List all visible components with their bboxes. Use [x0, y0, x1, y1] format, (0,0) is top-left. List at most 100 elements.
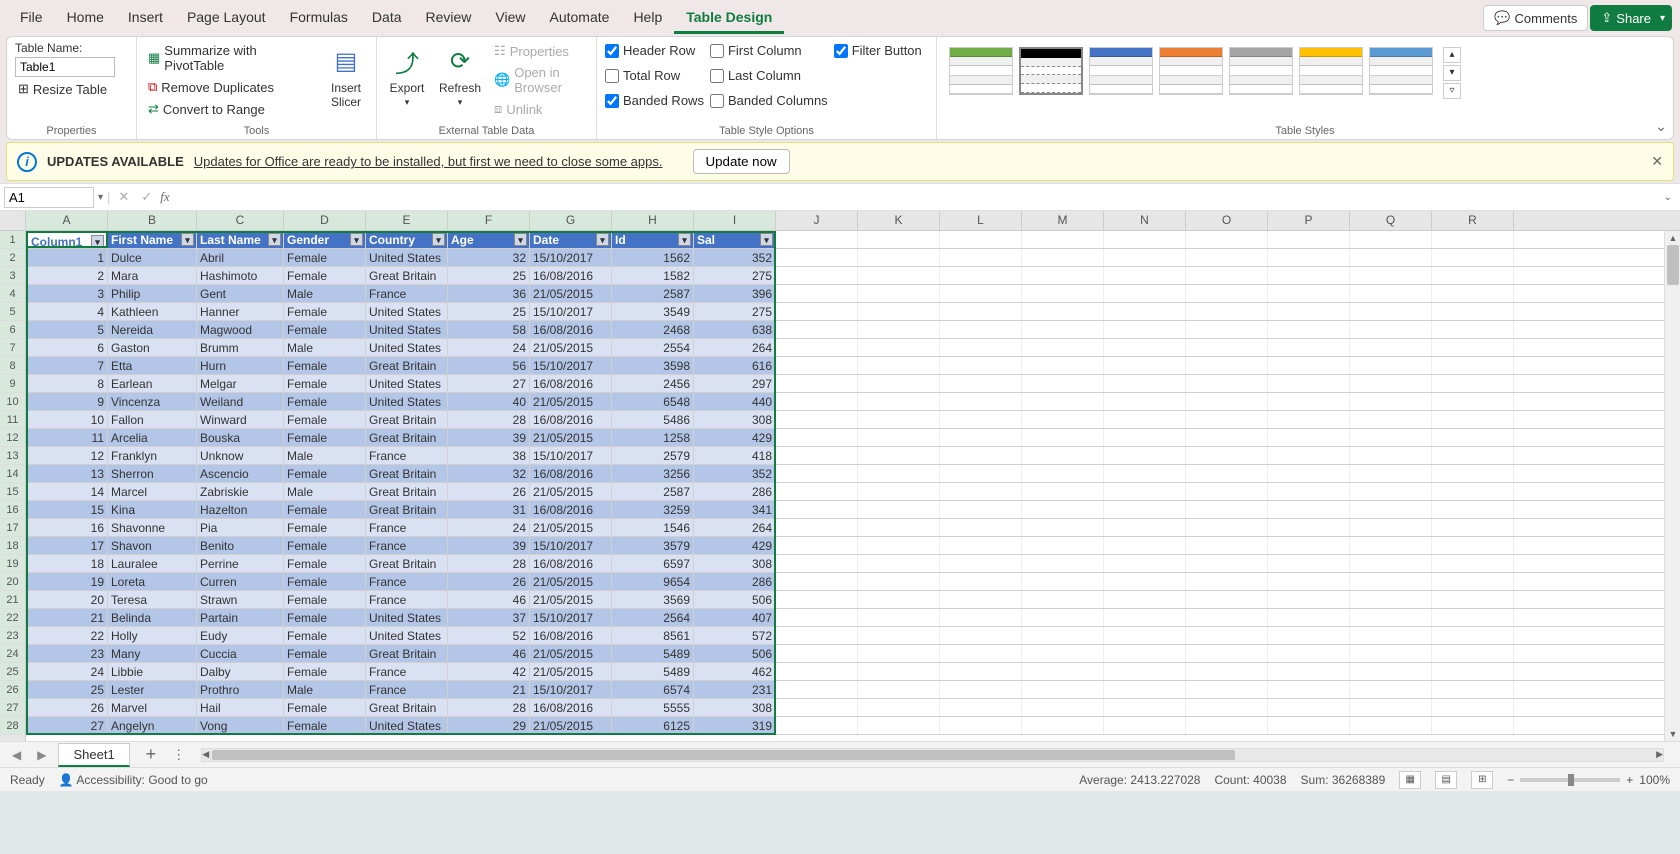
menu-review[interactable]: Review: [414, 3, 484, 34]
table-style-swatch[interactable]: [1299, 47, 1363, 95]
col-header-E[interactable]: E: [366, 211, 448, 230]
menu-data[interactable]: Data: [360, 3, 414, 34]
table-cell[interactable]: 352: [694, 465, 776, 482]
filter-dropdown[interactable]: ▾: [760, 233, 773, 246]
table-cell[interactable]: Female: [284, 537, 366, 554]
table-cell[interactable]: 16/08/2016: [530, 465, 612, 482]
table-cell[interactable]: Libbie: [108, 663, 197, 680]
table-cell[interactable]: 6548: [612, 393, 694, 410]
col-header-C[interactable]: C: [197, 211, 284, 230]
row-header[interactable]: 6: [0, 321, 25, 339]
table-style-swatch[interactable]: [949, 47, 1013, 95]
table-cell[interactable]: United States: [366, 609, 448, 626]
table-cell[interactable]: Great Britain: [366, 501, 448, 518]
table-cell[interactable]: Female: [284, 501, 366, 518]
formula-input[interactable]: [174, 187, 1656, 207]
row-header[interactable]: 3: [0, 267, 25, 285]
col-header-M[interactable]: M: [1022, 211, 1104, 230]
table-cell[interactable]: United States: [366, 627, 448, 644]
table-cell[interactable]: 3: [26, 285, 108, 302]
row-header[interactable]: 15: [0, 483, 25, 501]
table-style-swatch[interactable]: [1369, 47, 1433, 95]
last-column-checkbox[interactable]: Last Column: [710, 66, 828, 85]
table-cell[interactable]: 21/05/2015: [530, 717, 612, 734]
table-cell[interactable]: 319: [694, 717, 776, 734]
menu-insert[interactable]: Insert: [116, 3, 175, 34]
row-header[interactable]: 28: [0, 717, 25, 735]
table-row[interactable]: 27AngelynVongFemaleUnited States2921/05/…: [26, 717, 1680, 735]
table-row[interactable]: 26MarvelHailFemaleGreat Britain2816/08/2…: [26, 699, 1680, 717]
filter-dropdown[interactable]: ▾: [268, 233, 281, 246]
table-header-cell[interactable]: Gender▾: [284, 231, 366, 248]
table-cell[interactable]: Zabriskie: [197, 483, 284, 500]
table-cell[interactable]: Hanner: [197, 303, 284, 320]
table-row[interactable]: 5NereidaMagwoodFemaleUnited States5816/0…: [26, 321, 1680, 339]
table-style-swatch[interactable]: [1089, 47, 1153, 95]
table-cell[interactable]: 7: [26, 357, 108, 374]
updates-text[interactable]: Updates for Office are ready to be insta…: [194, 154, 663, 169]
table-cell[interactable]: 21/05/2015: [530, 573, 612, 590]
table-cell[interactable]: 39: [448, 429, 530, 446]
table-cell[interactable]: 24: [448, 519, 530, 536]
table-cell[interactable]: Female: [284, 591, 366, 608]
table-cell[interactable]: 6574: [612, 681, 694, 698]
table-cell[interactable]: Holly: [108, 627, 197, 644]
table-cell[interactable]: France: [366, 663, 448, 680]
table-row[interactable]: 11ArceliaBouskaFemaleGreat Britain3921/0…: [26, 429, 1680, 447]
table-cell[interactable]: Franklyn: [108, 447, 197, 464]
row-header[interactable]: 10: [0, 393, 25, 411]
table-cell[interactable]: 506: [694, 645, 776, 662]
table-cell[interactable]: 16/08/2016: [530, 375, 612, 392]
table-cell[interactable]: 2587: [612, 483, 694, 500]
table-cell[interactable]: 19: [26, 573, 108, 590]
update-now-button[interactable]: Update now: [693, 149, 790, 174]
table-cell[interactable]: 1582: [612, 267, 694, 284]
table-cell[interactable]: Female: [284, 429, 366, 446]
table-cell[interactable]: Loreta: [108, 573, 197, 590]
table-cell[interactable]: Hazelton: [197, 501, 284, 518]
select-all-corner[interactable]: [0, 211, 26, 230]
table-cell[interactable]: 28: [448, 411, 530, 428]
table-cell[interactable]: 2554: [612, 339, 694, 356]
col-header-O[interactable]: O: [1186, 211, 1268, 230]
table-cell[interactable]: 15/10/2017: [530, 357, 612, 374]
table-cell[interactable]: 38: [448, 447, 530, 464]
filter-dropdown[interactable]: ▾: [181, 233, 194, 246]
table-cell[interactable]: Female: [284, 645, 366, 662]
filter-dropdown[interactable]: ▾: [350, 233, 363, 246]
horizontal-scrollbar[interactable]: ◀ ▶: [201, 748, 1664, 762]
table-row[interactable]: 17ShavonBenitoFemaleFrance3915/10/201735…: [26, 537, 1680, 555]
table-cell[interactable]: Partain: [197, 609, 284, 626]
table-cell[interactable]: Great Britain: [366, 429, 448, 446]
table-row[interactable]: 4KathleenHannerFemaleUnited States2515/1…: [26, 303, 1680, 321]
col-header-A[interactable]: A: [26, 211, 108, 230]
table-cell[interactable]: Female: [284, 519, 366, 536]
table-cell[interactable]: 29: [448, 717, 530, 734]
zoom-level[interactable]: 100%: [1639, 773, 1670, 787]
table-cell[interactable]: 16/08/2016: [530, 699, 612, 716]
table-cell[interactable]: United States: [366, 321, 448, 338]
table-cell[interactable]: France: [366, 519, 448, 536]
table-cell[interactable]: 13: [26, 465, 108, 482]
table-cell[interactable]: Teresa: [108, 591, 197, 608]
table-cell[interactable]: Dulce: [108, 249, 197, 266]
table-cell[interactable]: 28: [448, 699, 530, 716]
table-cell[interactable]: 462: [694, 663, 776, 680]
insert-slicer-button[interactable]: ▤Insert Slicer: [324, 41, 368, 111]
table-cell[interactable]: 8561: [612, 627, 694, 644]
table-cell[interactable]: 46: [448, 591, 530, 608]
table-cell[interactable]: 2: [26, 267, 108, 284]
table-cell[interactable]: 506: [694, 591, 776, 608]
table-cell[interactable]: 27: [26, 717, 108, 734]
table-cell[interactable]: Nereida: [108, 321, 197, 338]
table-row[interactable]: 3PhilipGentMaleFrance3621/05/20152587396: [26, 285, 1680, 303]
table-cell[interactable]: 638: [694, 321, 776, 338]
sheet-tab[interactable]: Sheet1: [58, 743, 129, 767]
row-header[interactable]: 13: [0, 447, 25, 465]
table-row[interactable]: 6GastonBrummMaleUnited States2421/05/201…: [26, 339, 1680, 357]
scroll-down-button[interactable]: ▼: [1665, 727, 1680, 741]
table-cell[interactable]: Ascencio: [197, 465, 284, 482]
table-header-cell[interactable]: First Name▾: [108, 231, 197, 248]
table-cell[interactable]: Great Britain: [366, 645, 448, 662]
table-row[interactable]: 2MaraHashimotoFemaleGreat Britain2516/08…: [26, 267, 1680, 285]
